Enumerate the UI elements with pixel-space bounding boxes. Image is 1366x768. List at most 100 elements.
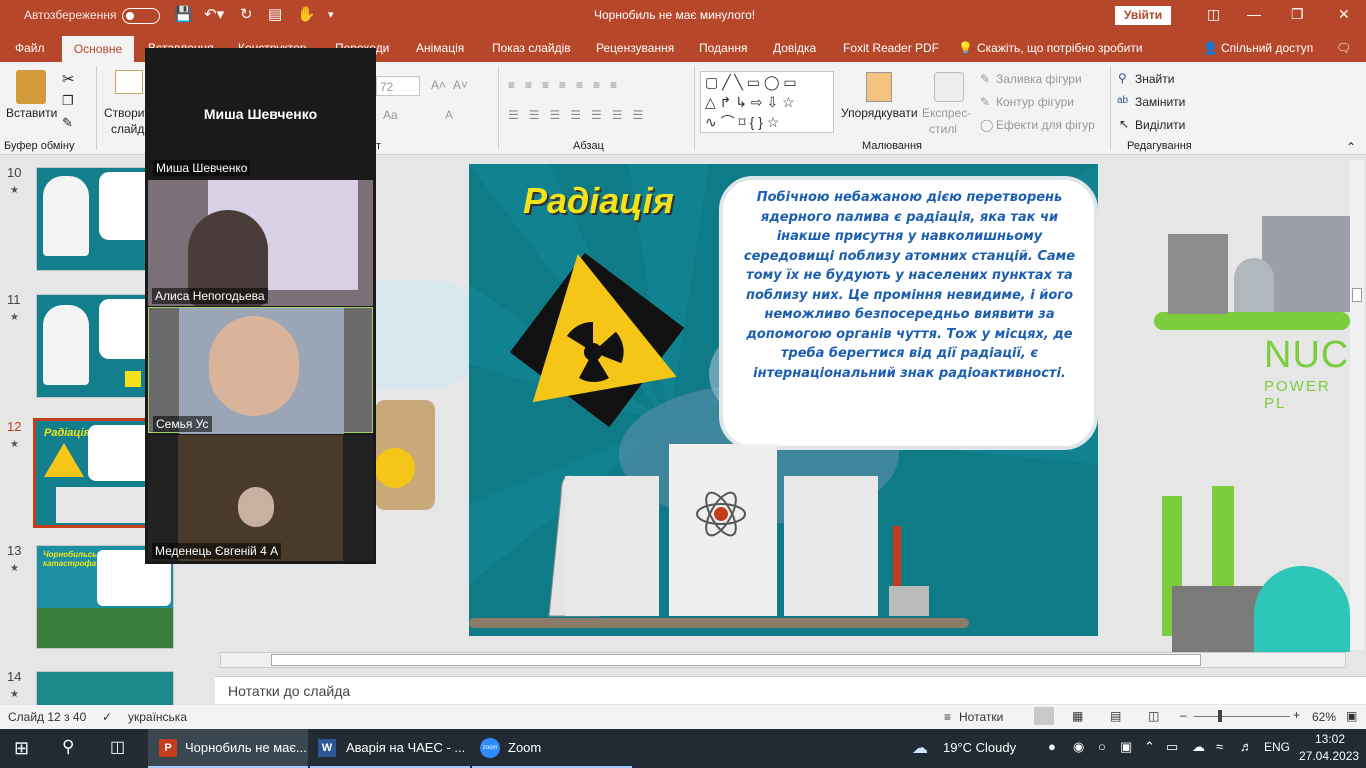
collapse-ribbon-icon[interactable]: ⌃ — [1346, 140, 1356, 154]
find-button[interactable]: Знайти — [1135, 72, 1174, 86]
shrink-font-icon[interactable]: A˅ — [453, 78, 468, 92]
zoom-video-panel[interactable]: Миша Шевченко Миша Шевченко Алиса Непого… — [145, 48, 376, 564]
tell-me-input[interactable]: Скажіть, що потрібно зробити — [977, 41, 1143, 55]
tab-foxit[interactable]: Foxit Reader PDF — [843, 41, 939, 55]
select-icon[interactable]: ↖ — [1119, 117, 1129, 131]
volume-icon[interactable]: ♬ — [1240, 739, 1253, 754]
customize-qat-icon[interactable]: ▾ — [328, 6, 334, 24]
notes-toggle[interactable]: Нотатки — [959, 710, 1003, 724]
undo-icon[interactable]: ↶▾ — [204, 6, 224, 24]
weather-text[interactable]: 19°C Cloudy — [943, 740, 1016, 755]
paste-icon[interactable] — [16, 70, 46, 104]
zoom-video-tile-active[interactable]: Семья Ус — [148, 307, 373, 434]
replace-icon[interactable]: ab — [1117, 95, 1128, 106]
font-color-icon[interactable]: A — [445, 108, 453, 122]
autosave-toggle[interactable] — [122, 8, 160, 24]
arrange-icon[interactable] — [866, 72, 892, 102]
cloud-icon[interactable]: ☁ — [912, 738, 928, 758]
slide-title[interactable]: Радіація — [523, 180, 674, 222]
save-icon[interactable]: 💾 — [174, 6, 193, 24]
shapes-gallery[interactable]: ▢ ╱ ╲ ▭ ◯ ▭ △ ↱ ↳ ⇨ ⇩ ☆ ∿ ⌒ ⌑ { } ☆ — [700, 71, 834, 133]
list-icons[interactable]: ≡≡≡≡≡≡≡ — [508, 78, 627, 92]
shape-outline-button[interactable]: Контур фігури — [996, 95, 1074, 109]
taskbar-powerpoint[interactable]: P Чорнобиль не має... — [148, 729, 308, 768]
tab-home[interactable]: Основне — [62, 36, 134, 62]
spellcheck-icon[interactable]: ✓ — [102, 710, 112, 724]
reading-view-icon[interactable]: ▤ — [1110, 709, 1121, 723]
tab-slideshow[interactable]: Показ слайдів — [492, 41, 571, 55]
normal-view-icon[interactable] — [1034, 707, 1054, 725]
notes-pane[interactable]: Нотатки до слайда — [215, 676, 1366, 704]
paste-button[interactable]: Вставити — [6, 106, 57, 120]
ribbon-display-icon[interactable]: ◫ — [1207, 6, 1220, 23]
restore-icon[interactable]: ❐ — [1291, 6, 1304, 23]
zoom-slider-thumb[interactable] — [1218, 710, 1222, 722]
language-label[interactable]: українська — [128, 710, 187, 724]
zoom-tray-icon[interactable]: ◉ — [1073, 739, 1084, 755]
tab-help[interactable]: Довідка — [773, 41, 816, 55]
share-button[interactable]: Спільний доступ — [1221, 41, 1313, 55]
grow-font-icon[interactable]: A˄ — [431, 78, 446, 92]
fit-slide-icon[interactable]: ▣ — [1346, 709, 1357, 723]
arrange-button[interactable]: Упорядкувати — [841, 106, 918, 120]
share-icon[interactable]: 👤 — [1203, 41, 1218, 55]
comments-icon[interactable]: 🗨 — [1336, 41, 1351, 55]
redo-icon[interactable]: ↻ — [240, 6, 253, 24]
zoom-out-icon[interactable]: – — [1180, 708, 1187, 722]
find-icon[interactable]: ⚲ — [1118, 71, 1127, 85]
present-icon[interactable]: ▤ — [268, 6, 282, 24]
current-slide[interactable]: Радіація Побічною небажаною дією перетво… — [469, 164, 1098, 636]
editor-horizontal-scrollbar[interactable] — [220, 652, 1346, 668]
onedrive-icon[interactable]: ☁ — [1192, 739, 1205, 755]
close-icon[interactable]: ✕ — [1338, 6, 1350, 23]
network-tray-icon[interactable]: ○ — [1098, 739, 1106, 754]
tab-file[interactable]: Файл — [15, 41, 45, 55]
tab-view[interactable]: Подання — [699, 41, 747, 55]
cut-icon[interactable]: ✂ — [62, 70, 75, 88]
shape-fill-icon[interactable]: ✎ — [980, 72, 990, 86]
shape-outline-icon[interactable]: ✎ — [980, 95, 990, 109]
touch-mode-icon[interactable]: ✋ — [297, 6, 316, 24]
minimize-icon[interactable]: — — [1247, 6, 1261, 22]
notes-icon[interactable]: ≡ — [944, 710, 951, 724]
windows-start-icon[interactable]: ⊞ — [14, 738, 29, 759]
clock-date[interactable]: 27.04.2023 — [1299, 749, 1359, 763]
change-case-icon[interactable]: Aa — [383, 108, 398, 122]
search-icon[interactable]: ⚲ — [62, 737, 74, 757]
zoom-in-icon[interactable]: + — [1293, 708, 1300, 722]
editor-vertical-scrollbar[interactable] — [1350, 160, 1364, 650]
shape-fill-button[interactable]: Заливка фігури — [996, 72, 1082, 86]
wifi-icon[interactable]: ≈ — [1216, 739, 1223, 754]
tab-animations[interactable]: Анімація — [416, 41, 464, 55]
tab-review[interactable]: Рецензування — [596, 41, 674, 55]
taskbar-zoom[interactable]: zoom Zoom — [472, 729, 632, 768]
align-icons[interactable]: ☰☰☰☰☰☰☰ — [508, 108, 653, 122]
zoom-slider[interactable] — [1194, 716, 1290, 717]
slideshow-view-icon[interactable]: ◫ — [1148, 709, 1159, 723]
slide-text-box[interactable]: Побічною небажаною дією перетворень ядер… — [719, 176, 1098, 450]
signin-button[interactable]: Увійти — [1115, 6, 1171, 25]
new-slide-icon[interactable] — [115, 70, 143, 94]
select-button[interactable]: Виділити — [1135, 118, 1185, 132]
input-language[interactable]: ENG — [1264, 740, 1290, 754]
sorter-view-icon[interactable]: ▦ — [1072, 709, 1083, 723]
tray-app-icon[interactable]: ▣ — [1120, 739, 1132, 755]
quick-styles-icon[interactable] — [934, 72, 964, 102]
notes-placeholder[interactable]: Нотатки до слайда — [228, 683, 350, 699]
display-icon[interactable]: ▭ — [1166, 739, 1178, 755]
copy-icon[interactable]: ❐ — [62, 93, 74, 109]
clock-time[interactable]: 13:02 — [1315, 732, 1345, 746]
zoom-level[interactable]: 62% — [1312, 710, 1336, 724]
task-view-icon[interactable]: ◫ — [110, 737, 125, 757]
format-painter-icon[interactable]: ✎ — [62, 115, 73, 131]
shape-effects-icon[interactable]: ◯ — [980, 118, 993, 132]
font-size-box[interactable]: 72 — [376, 76, 420, 96]
quick-styles-button[interactable]: Експрес- — [922, 106, 971, 120]
taskbar-word[interactable]: W Аварія на ЧАЕС - ... — [310, 729, 470, 768]
replace-button[interactable]: Замінити — [1135, 95, 1185, 109]
show-hidden-icons[interactable]: ⌃ — [1144, 739, 1155, 755]
shape-effects-button[interactable]: Ефекти для фігур — [996, 118, 1095, 132]
microphone-icon[interactable]: ● — [1048, 739, 1056, 754]
zoom-video-tile[interactable]: Алиса Непогодьева — [148, 180, 373, 306]
zoom-video-tile[interactable]: Меденець Євгеній 4 А — [148, 435, 373, 561]
